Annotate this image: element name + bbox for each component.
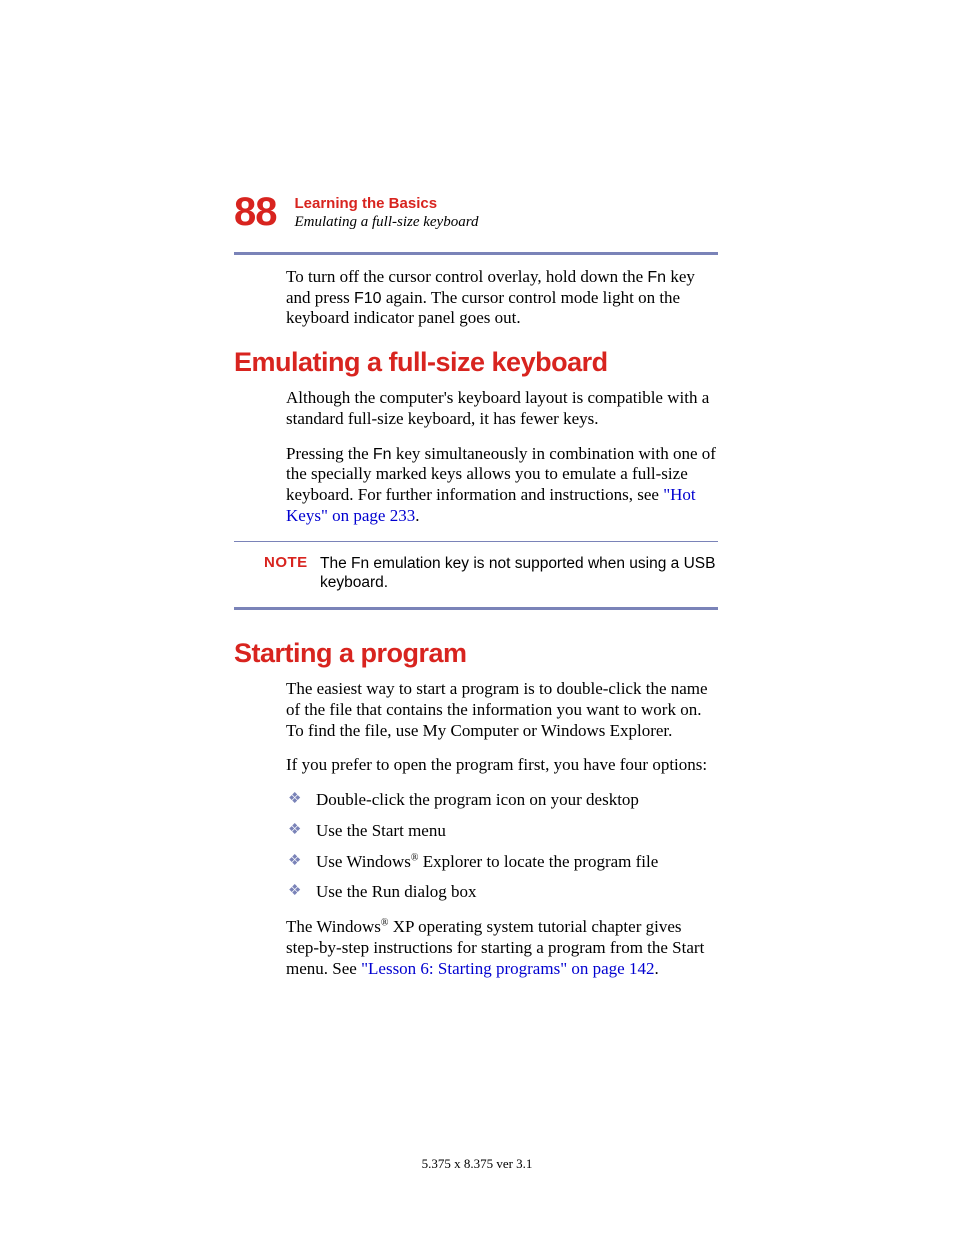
text: Use Windows: [316, 852, 411, 871]
note-divider-bottom: [234, 607, 718, 610]
section2-body: The easiest way to start a program is to…: [286, 679, 718, 979]
section-heading-emulating: Emulating a full-size keyboard: [234, 347, 718, 378]
chapter-title: Learning the Basics: [295, 195, 479, 212]
note-block: NOTE The Fn emulation key is not support…: [264, 554, 718, 594]
list-item: Use the Run dialog box: [286, 882, 718, 903]
page-number: 88: [234, 192, 277, 232]
bullet-list: Double-click the program icon on your de…: [286, 790, 718, 903]
paragraph: Pressing the Fn key simultaneously in co…: [286, 444, 718, 527]
key-f10: F10: [354, 290, 382, 307]
text: To turn off the cursor control overlay, …: [286, 267, 647, 286]
section1-body: Although the computer's keyboard layout …: [286, 388, 718, 526]
page-content: 88 Learning the Basics Emulating a full-…: [234, 192, 718, 993]
paragraph: If you prefer to open the program first,…: [286, 755, 718, 776]
section-heading-starting: Starting a program: [234, 638, 718, 669]
section-subtitle: Emulating a full-size keyboard: [295, 214, 479, 231]
paragraph: The Windows® XP operating system tutoria…: [286, 917, 718, 979]
cross-reference-link[interactable]: "Lesson 6: Starting programs" on page 14…: [361, 959, 654, 978]
key-fn: Fn: [647, 269, 666, 286]
key-fn: Fn: [373, 446, 392, 463]
divider: [234, 252, 718, 255]
list-item: Double-click the program icon on your de…: [286, 790, 718, 811]
list-item: Use Windows® Explorer to locate the prog…: [286, 852, 718, 873]
text: .: [654, 959, 658, 978]
note-label: NOTE: [264, 554, 320, 571]
text: The Windows: [286, 917, 381, 936]
intro-paragraph: To turn off the cursor control overlay, …: [286, 267, 718, 329]
note-divider-top: [234, 541, 718, 542]
text: Explorer to locate the program file: [418, 852, 658, 871]
list-item: Use the Start menu: [286, 821, 718, 842]
text: Pressing the: [286, 444, 373, 463]
paragraph: The easiest way to start a program is to…: [286, 679, 718, 741]
note-text: The Fn emulation key is not supported wh…: [320, 554, 718, 594]
page-header: 88 Learning the Basics Emulating a full-…: [234, 192, 718, 232]
paragraph: Although the computer's keyboard layout …: [286, 388, 718, 429]
page-footer: 5.375 x 8.375 ver 3.1: [0, 1156, 954, 1172]
header-text: Learning the Basics Emulating a full-siz…: [295, 192, 479, 231]
text: .: [415, 506, 419, 525]
intro-block: To turn off the cursor control overlay, …: [286, 267, 718, 329]
